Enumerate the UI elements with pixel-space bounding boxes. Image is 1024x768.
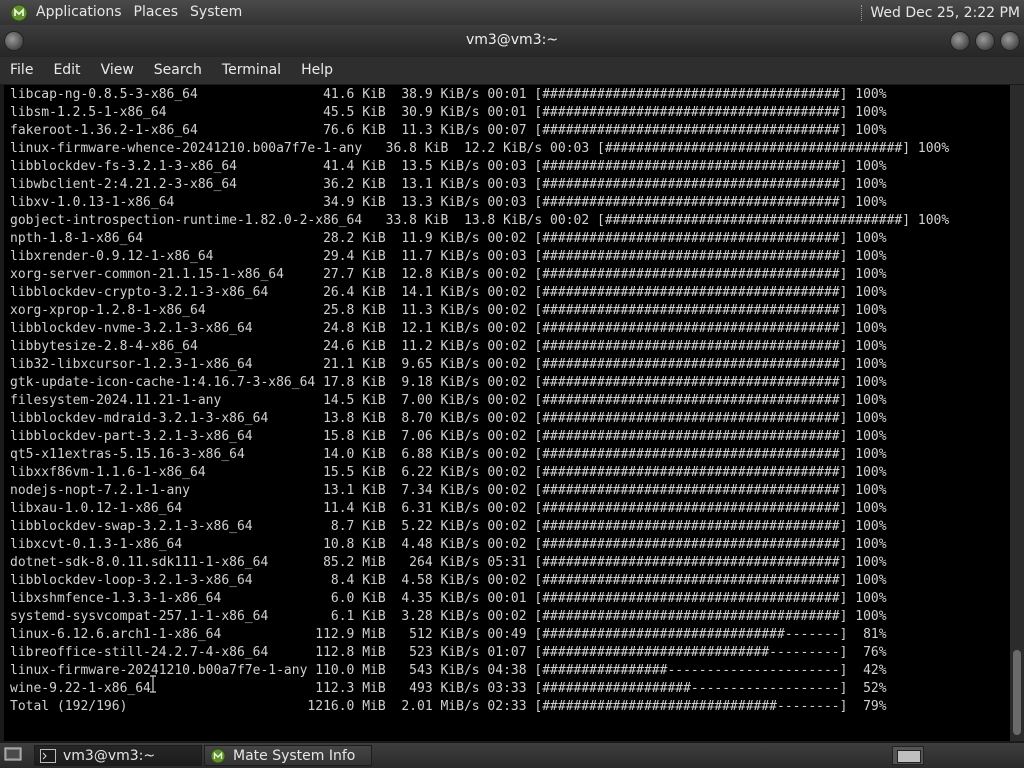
- terminal-lines: libcap-ng-0.8.5-3-x86_64 41.6 KiB 38.9 K…: [10, 86, 949, 716]
- terminal-line: npth-1.8-1-x86_64 28.2 KiB 11.9 KiB/s 00…: [10, 231, 887, 246]
- terminal-line: systemd-sysvcompat-257.1-1-x86_64 6.1 Ki…: [10, 609, 887, 624]
- terminal-line: libblockdev-fs-3.2.1-3-x86_64 41.4 KiB 1…: [10, 159, 887, 174]
- terminal-line: libbytesize-2.8-4-x86_64 24.6 KiB 11.2 K…: [10, 339, 887, 354]
- window-titlebar[interactable]: vm3@vm3:~: [0, 25, 1024, 57]
- taskbar-item-terminal[interactable]: vm3@vm3:~: [34, 745, 202, 766]
- terminal-line: libxrender-0.9.12-1-x86_64 29.4 KiB 11.7…: [10, 249, 887, 264]
- menu-edit[interactable]: Edit: [43, 57, 90, 84]
- terminal-scrollbar[interactable]: [1010, 85, 1024, 741]
- workspace-switcher-icon[interactable]: [892, 746, 924, 765]
- terminal-line: lib32-libxcursor-1.2.3-1-x86_64 21.1 KiB…: [10, 357, 887, 372]
- terminal-line: nodejs-nopt-7.2.1-1-any 13.1 KiB 7.34 Ki…: [10, 483, 887, 498]
- system-menu[interactable]: System: [184, 0, 248, 25]
- taskbar-item-system-info[interactable]: Mate System Info: [204, 745, 372, 766]
- terminal-line: xorg-server-common-21.1.15-1-x86_64 27.7…: [10, 267, 887, 282]
- top-panel: Applications Places System Wed Dec 25, 2…: [0, 0, 1024, 25]
- panel-separator: [861, 4, 864, 21]
- menu-help[interactable]: Help: [291, 57, 343, 84]
- scrollbar-thumb[interactable]: [1013, 650, 1021, 735]
- applications-menu[interactable]: Applications: [30, 0, 128, 25]
- terminal-line: libxau-1.0.12-1-x86_64 11.4 KiB 6.31 KiB…: [10, 501, 887, 516]
- taskbar-item-label: vm3@vm3:~: [63, 747, 156, 764]
- terminal-line: dotnet-sdk-8.0.11.sdk111-1-x86_64 85.2 M…: [10, 555, 887, 570]
- close-button[interactable]: [1000, 31, 1020, 51]
- menu-search[interactable]: Search: [144, 57, 212, 84]
- maximize-button[interactable]: [975, 31, 995, 51]
- taskbar-item-label: Mate System Info: [233, 747, 356, 764]
- terminal-line: libreoffice-still-24.2.7-4-x86_64 112.8 …: [10, 645, 887, 660]
- terminal-line: libxshmfence-1.3.3-1-x86_64 6.0 KiB 4.35…: [10, 591, 887, 606]
- bottom-panel: vm3@vm3:~ Mate System Info: [0, 743, 1024, 768]
- terminal-line: libxcvt-0.1.3-1-x86_64 10.8 KiB 4.48 KiB…: [10, 537, 887, 552]
- system-info-icon: [209, 748, 227, 764]
- terminal-line: qt5-x11extras-5.15.16-3-x86_64 14.0 KiB …: [10, 447, 887, 462]
- terminal-icon: [39, 748, 57, 764]
- mate-logo-icon[interactable]: [8, 2, 30, 24]
- terminal-line: linux-firmware-whence-20241210.b00a7f7e-…: [10, 141, 950, 156]
- terminal-line: filesystem-2024.11.21-1-any 14.5 KiB 7.0…: [10, 393, 887, 408]
- show-desktop-icon[interactable]: [4, 747, 22, 763]
- terminal-line: libblockdev-mdraid-3.2.1-3-x86_64 13.8 K…: [10, 411, 887, 426]
- terminal-line: libblockdev-nvme-3.2.1-3-x86_64 24.8 KiB…: [10, 321, 887, 336]
- terminal-line: linux-6.12.6.arch1-1-x86_64 112.9 MiB 51…: [10, 627, 887, 642]
- terminal-line: libxv-1.0.13-1-x86_64 34.9 KiB 13.3 KiB/…: [10, 195, 887, 210]
- terminal-line: libsm-1.2.5-1-x86_64 45.5 KiB 30.9 KiB/s…: [10, 105, 887, 120]
- window-title: vm3@vm3:~: [465, 32, 559, 48]
- menu-view[interactable]: View: [91, 57, 144, 84]
- terminal-line: gtk-update-icon-cache-1:4.16.7-3-x86_64 …: [10, 375, 887, 390]
- terminal-line: libxxf86vm-1.1.6-1-x86_64 15.5 KiB 6.22 …: [10, 465, 887, 480]
- terminal-menubar: File Edit View Search Terminal Help: [0, 57, 1024, 84]
- terminal-line: xorg-xprop-1.2.8-1-x86_64 25.8 KiB 11.3 …: [10, 303, 887, 318]
- minimize-button[interactable]: [950, 31, 970, 51]
- terminal-line: libcap-ng-0.8.5-3-x86_64 41.6 KiB 38.9 K…: [10, 87, 887, 102]
- clock[interactable]: Wed Dec 25, 2:22 PM: [870, 5, 1020, 21]
- terminal-line: libwbclient-2:4.21.2-3-x86_64 36.2 KiB 1…: [10, 177, 887, 192]
- terminal-line: libblockdev-part-3.2.1-3-x86_64 15.8 KiB…: [10, 429, 887, 444]
- terminal-line: Total (192/196) 1216.0 MiB 2.01 MiB/s 02…: [10, 699, 887, 714]
- terminal-line: libblockdev-loop-3.2.1-3-x86_64 8.4 KiB …: [10, 573, 887, 588]
- ibeam-cursor-icon: [150, 675, 156, 693]
- terminal-line: fakeroot-1.36.2-1-x86_64 76.6 KiB 11.3 K…: [10, 123, 887, 138]
- terminal-line: gobject-introspection-runtime-1.82.0-2-x…: [10, 213, 950, 228]
- menu-terminal[interactable]: Terminal: [212, 57, 291, 84]
- terminal-line: libblockdev-crypto-3.2.1-3-x86_64 26.4 K…: [10, 285, 887, 300]
- menu-file[interactable]: File: [0, 57, 43, 84]
- terminal-line: libblockdev-swap-3.2.1-3-x86_64 8.7 KiB …: [10, 519, 887, 534]
- terminal-output[interactable]: libcap-ng-0.8.5-3-x86_64 41.6 KiB 38.9 K…: [4, 85, 1010, 741]
- places-menu[interactable]: Places: [128, 0, 185, 25]
